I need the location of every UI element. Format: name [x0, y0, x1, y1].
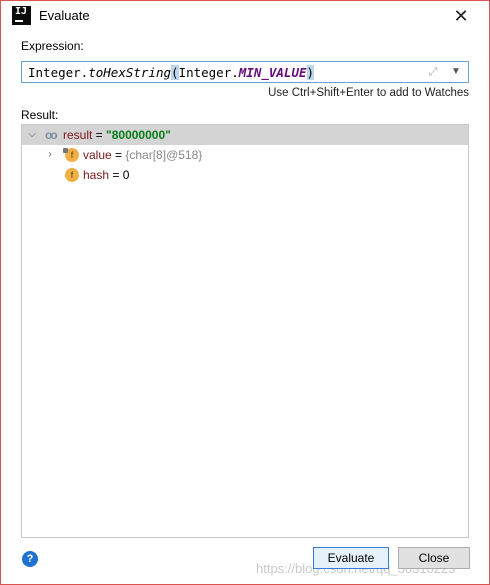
evaluate-button[interactable]: Evaluate — [313, 547, 389, 569]
title-bar[interactable]: IJ Evaluate ✕ — [1, 1, 489, 31]
expand-icon[interactable]: ⤢ — [426, 65, 440, 79]
expression-text[interactable]: Integer.toHexString(Integer.MIN_VALUE) — [28, 65, 315, 80]
watches-hint: Use Ctrl+Shift+Enter to add to Watches — [268, 87, 469, 99]
watch-glasses-icon: oo — [45, 128, 58, 142]
chevron-right-icon[interactable]: › — [44, 145, 56, 165]
result-tree[interactable]: ⌵ oo result = "80000000" › f value = {ch… — [21, 124, 469, 538]
chevron-down-icon[interactable]: ⌵ — [26, 125, 38, 145]
result-label: Result: — [21, 108, 59, 122]
close-button[interactable]: Close — [398, 547, 470, 569]
expression-label: Expression: — [21, 39, 84, 53]
evaluate-dialog: IJ Evaluate ✕ Expression: Integer.toHexS… — [0, 0, 490, 585]
help-icon[interactable]: ? — [22, 551, 38, 567]
dialog-title: Evaluate — [39, 8, 90, 23]
close-icon[interactable]: ✕ — [450, 5, 472, 27]
field-icon: f — [65, 168, 79, 182]
dropdown-icon[interactable]: ▼ — [450, 65, 462, 79]
expression-input[interactable]: Integer.toHexString(Integer.MIN_VALUE) ⤢… — [21, 61, 469, 83]
lock-icon — [63, 148, 68, 153]
tree-row-result[interactable]: ⌵ oo result = "80000000" — [22, 125, 468, 145]
tree-row-hash[interactable]: f hash = 0 — [22, 165, 468, 185]
tree-row-value[interactable]: › f value = {char[8]@518} — [22, 145, 468, 165]
app-logo-text: IJ — [15, 6, 28, 17]
result-value: "80000000" — [106, 128, 171, 142]
app-logo-icon: IJ — [12, 6, 31, 25]
